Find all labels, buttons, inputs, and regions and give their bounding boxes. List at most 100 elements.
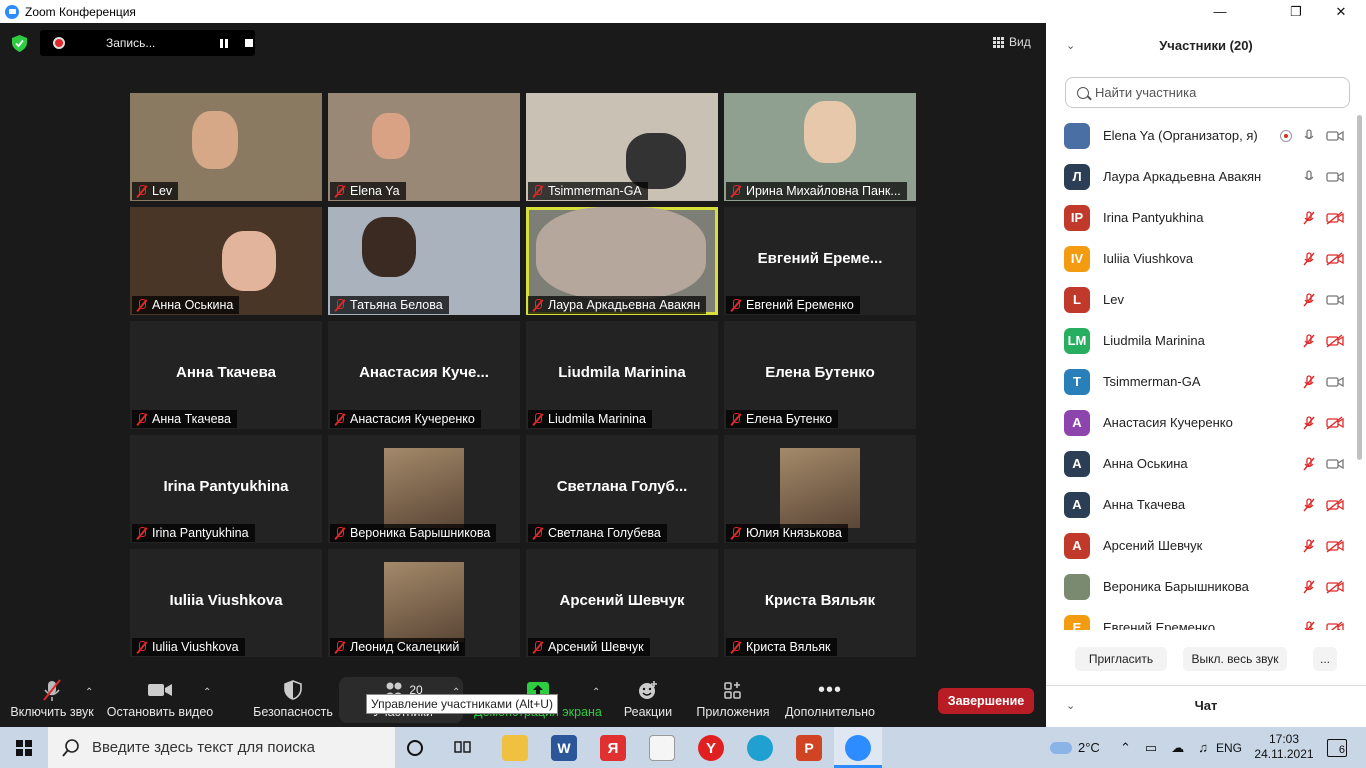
more-button[interactable]: ••• Дополнительно <box>784 675 876 727</box>
language-indicator[interactable]: ENG <box>1216 727 1242 768</box>
edge-icon[interactable] <box>747 735 773 761</box>
unmute-button[interactable]: Включить звук <box>10 675 94 727</box>
participant-row[interactable]: А Анна Ткачева <box>1046 484 1356 525</box>
video-off-icon[interactable] <box>1326 210 1344 225</box>
participant-row[interactable]: Elena Ya (Организатор, я) <box>1046 115 1356 156</box>
video-tile[interactable]: Татьяна Белова <box>328 207 520 315</box>
invite-button[interactable]: Пригласить <box>1075 647 1167 671</box>
video-tile[interactable]: Elena Ya <box>328 93 520 201</box>
video-tile[interactable]: Ирина Михайловна Панк... <box>724 93 916 201</box>
apps-button[interactable]: Приложения <box>696 675 770 727</box>
clock[interactable]: 17:03 24.11.2021 <box>1254 732 1314 762</box>
mic-muted-icon[interactable] <box>1302 374 1316 389</box>
video-tile[interactable]: Евгений Ереме... Евгений Еременко <box>724 207 916 315</box>
mic-muted-icon[interactable] <box>1302 620 1316 631</box>
yandex-browser-icon[interactable]: Y <box>698 735 724 761</box>
participant-row[interactable]: T Tsimmerman-GA <box>1046 361 1356 402</box>
task-view-icon[interactable] <box>454 739 472 755</box>
video-off-icon[interactable] <box>1326 497 1344 512</box>
video-tile[interactable]: Криста Вяльяк Криста Вяльяк <box>724 549 916 657</box>
battery-icon[interactable]: ▭ <box>1145 740 1157 756</box>
participant-row[interactable]: Е Евгений Еременко <box>1046 607 1356 630</box>
pause-recording-icon[interactable] <box>220 38 228 48</box>
mic-muted-icon[interactable] <box>1302 579 1316 594</box>
participant-search-input[interactable]: Найти участника <box>1065 77 1350 108</box>
mic-muted-icon[interactable] <box>1302 538 1316 553</box>
mic-muted-icon[interactable] <box>1302 210 1316 225</box>
volume-icon[interactable]: ♫ <box>1198 740 1208 755</box>
video-icon[interactable] <box>1326 293 1344 307</box>
video-tile[interactable]: Елена Бутенко Елена Бутенко <box>724 321 916 429</box>
mic-icon[interactable] <box>1302 169 1316 184</box>
video-off-icon[interactable] <box>1326 333 1344 348</box>
minimize-button[interactable]: — <box>1197 0 1243 23</box>
audio-options-caret-icon[interactable]: ⌃ <box>85 687 93 698</box>
windows-start-icon[interactable] <box>16 740 32 756</box>
notifications-icon[interactable]: 6 <box>1327 739 1347 757</box>
stop-video-button[interactable]: Остановить видео <box>107 675 213 727</box>
participant-row[interactable]: Л Лаура Аркадьевна Авакян <box>1046 156 1356 197</box>
mic-icon[interactable] <box>1302 128 1316 143</box>
encryption-shield-icon[interactable] <box>12 35 27 52</box>
restore-button[interactable]: ❐ <box>1273 0 1319 23</box>
video-icon[interactable] <box>1326 375 1344 389</box>
video-tile[interactable]: Юлия Князькова <box>724 435 916 543</box>
video-tile[interactable]: Irina Pantyukhina Irina Pantyukhina <box>130 435 322 543</box>
video-tile[interactable]: Анастасия Куче... Анастасия Кучеренко <box>328 321 520 429</box>
powerpoint-icon[interactable]: P <box>796 735 822 761</box>
mic-muted-icon[interactable] <box>1302 251 1316 266</box>
end-meeting-button[interactable]: Завершение <box>938 688 1034 714</box>
zoom-taskbar-icon[interactable] <box>845 735 871 761</box>
panel-more-button[interactable]: ... <box>1313 647 1337 671</box>
participant-row[interactable]: LM Liudmila Marinina <box>1046 320 1356 361</box>
taskbar-search-box[interactable]: Введите здесь текст для поиска <box>48 727 395 768</box>
yandex-icon[interactable]: Я <box>600 735 626 761</box>
mic-muted-icon[interactable] <box>1302 497 1316 512</box>
participant-row[interactable]: IV Iuliia Viushkova <box>1046 238 1356 279</box>
cortana-icon[interactable] <box>407 740 423 756</box>
video-off-icon[interactable] <box>1326 538 1344 553</box>
video-off-icon[interactable] <box>1326 251 1344 266</box>
participant-row[interactable]: А Арсений Шевчук <box>1046 525 1356 566</box>
participant-row[interactable]: А Анна Оськина <box>1046 443 1356 484</box>
participant-row[interactable]: L Lev <box>1046 279 1356 320</box>
video-off-icon[interactable] <box>1326 620 1344 631</box>
video-off-icon[interactable] <box>1326 415 1344 430</box>
video-tile[interactable]: Леонид Скалецкий <box>328 549 520 657</box>
video-tile[interactable]: Анна Оськина <box>130 207 322 315</box>
chat-section[interactable]: ⌄ Чат <box>1046 685 1366 727</box>
video-tile[interactable]: Liudmila Marinina Liudmila Marinina <box>526 321 718 429</box>
reactions-button[interactable]: Реакции <box>624 675 672 727</box>
security-button[interactable]: Безопасность <box>253 675 333 727</box>
video-icon[interactable] <box>1326 129 1344 143</box>
tray-expand-icon[interactable]: ⌃ <box>1120 740 1131 756</box>
video-off-icon[interactable] <box>1326 579 1344 594</box>
word-icon[interactable]: W <box>551 735 577 761</box>
view-button[interactable]: Вид <box>993 35 1031 49</box>
sync-icon[interactable]: ☁ <box>1171 740 1184 756</box>
video-tile[interactable]: Tsimmerman-GA <box>526 93 718 201</box>
mic-muted-icon[interactable] <box>1302 292 1316 307</box>
mic-muted-icon[interactable] <box>1302 333 1316 348</box>
close-button[interactable]: ✕ <box>1318 0 1364 23</box>
video-options-caret-icon[interactable]: ⌃ <box>203 687 211 698</box>
video-tile[interactable]: Вероника Барышникова <box>328 435 520 543</box>
video-tile[interactable]: Iuliia Viushkova Iuliia Viushkova <box>130 549 322 657</box>
video-tile[interactable]: Lev <box>130 93 322 201</box>
participant-row[interactable]: Вероника Барышникова <box>1046 566 1356 607</box>
participant-row[interactable]: А Анастасия Кучеренко <box>1046 402 1356 443</box>
stop-recording-icon[interactable] <box>245 39 253 47</box>
video-tile[interactable]: Анна Ткачева Анна Ткачева <box>130 321 322 429</box>
weather-widget[interactable]: 2°C <box>1050 727 1100 768</box>
mute-all-button[interactable]: Выкл. весь звук <box>1183 647 1287 671</box>
mic-muted-icon[interactable] <box>1302 456 1316 471</box>
video-icon[interactable] <box>1326 170 1344 184</box>
mic-muted-icon[interactable] <box>1302 415 1316 430</box>
video-tile[interactable]: Арсений Шевчук Арсений Шевчук <box>526 549 718 657</box>
video-icon[interactable] <box>1326 457 1344 471</box>
share-options-caret-icon[interactable]: ⌃ <box>592 687 600 698</box>
video-tile[interactable]: Светлана Голуб... Светлана Голубева <box>526 435 718 543</box>
video-tile[interactable]: Лаура Аркадьевна Авакян <box>526 207 718 315</box>
participant-row[interactable]: IP Irina Pantyukhina <box>1046 197 1356 238</box>
store-icon[interactable] <box>649 735 675 761</box>
